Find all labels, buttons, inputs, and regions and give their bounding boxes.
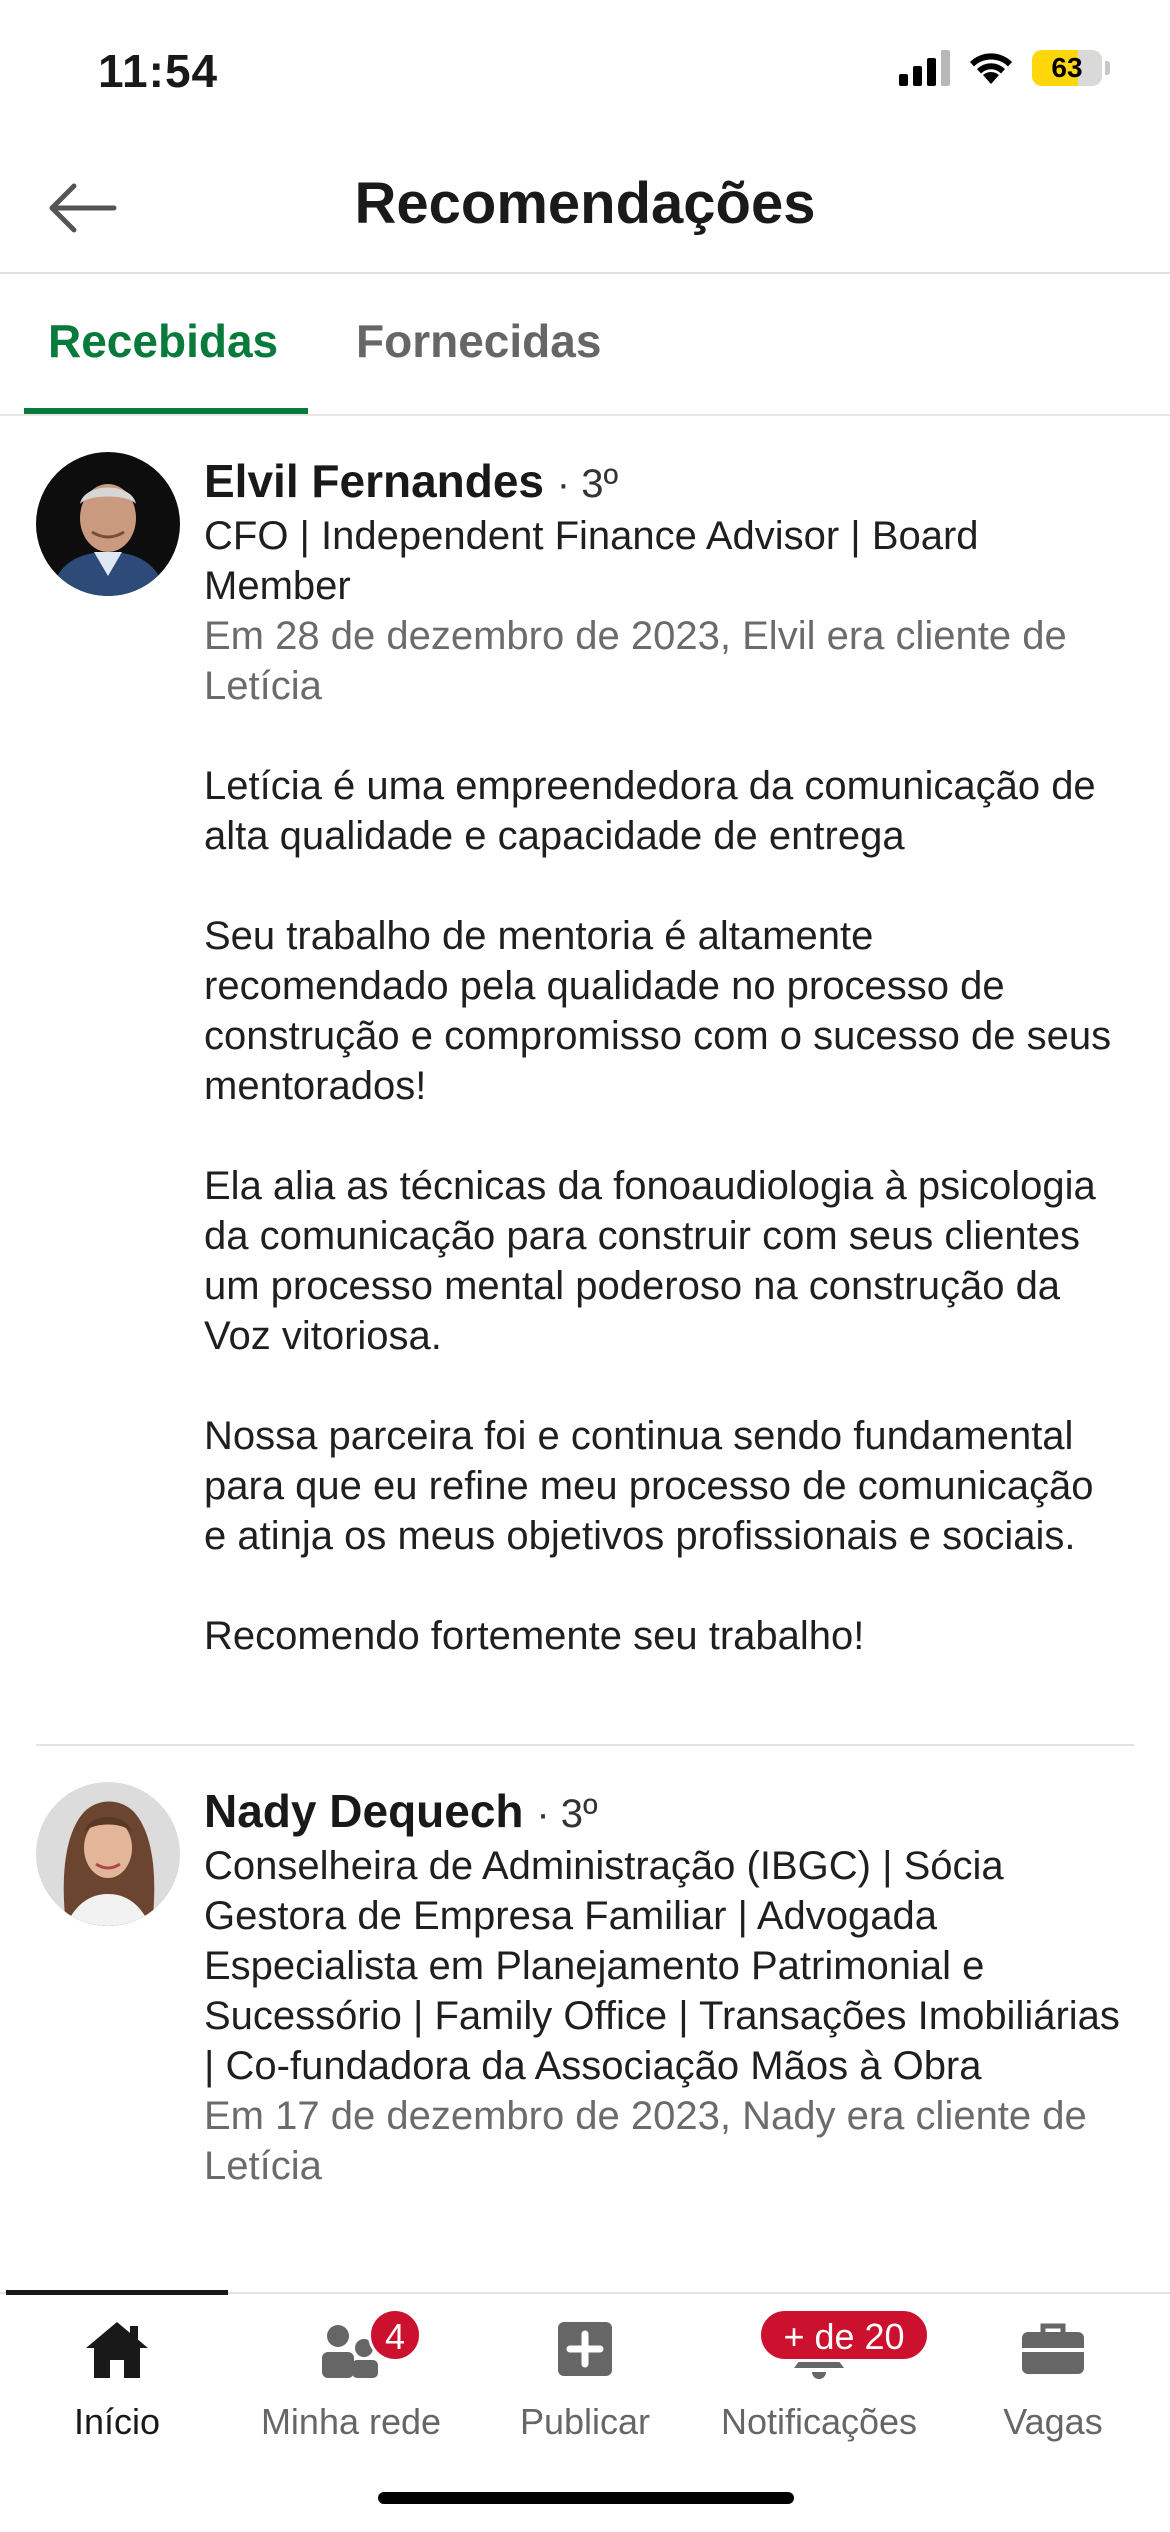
status-icons: 63 <box>899 50 1110 86</box>
app-header: Recomendações <box>0 140 1170 274</box>
recommendation-relation: Em 28 de dezembro de 2023, Elvil era cli… <box>204 614 1067 708</box>
battery-level: 63 <box>1051 52 1083 83</box>
recommendation-text: Letícia é uma empreendedora da comunicaç… <box>204 761 1124 1661</box>
wifi-icon <box>970 53 1012 84</box>
nav-label: Vagas <box>1003 2401 1103 2442</box>
nav-home[interactable]: Início <box>0 2318 234 2443</box>
status-bar: 11:54 63 <box>0 0 1170 140</box>
nav-post[interactable]: Publicar <box>468 2318 702 2443</box>
nav-jobs[interactable]: Vagas <box>936 2318 1170 2443</box>
briefcase-icon <box>1022 2323 1084 2374</box>
recommender-headline: CFO | Independent Finance Advisor | Boar… <box>204 514 979 608</box>
nav-label: Publicar <box>519 2401 651 2442</box>
recommendation-relation: Em 17 de dezembro de 2023, Nady era clie… <box>204 2094 1087 2188</box>
recommendation-paragraph: Nossa parceira foi e continua sendo fund… <box>204 1414 1094 1558</box>
battery-icon: 63 <box>1032 50 1110 86</box>
nav-label: Minha rede <box>260 2401 442 2442</box>
nav-my-network[interactable]: 4 Minha rede <box>234 2308 468 2443</box>
connection-degree: · 3º <box>536 1792 598 1836</box>
cellular-signal-icon <box>899 50 950 86</box>
recommendation-paragraph: Recomendo fortemente seu trabalho! <box>204 1614 865 1658</box>
recommender-name[interactable]: Nady Dequech <box>204 1785 524 1837</box>
notification-badge: 4 <box>368 2308 422 2362</box>
tab-bar: Recebidas Fornecidas <box>0 274 1170 416</box>
recommendation-body: Elvil Fernandes · 3º CFO | Independent F… <box>204 454 1124 1661</box>
recommender-headline: Conselheira de Administração (IBGC) | Só… <box>204 1844 1120 2088</box>
recommendation-paragraph: Letícia é uma empreendedora da comunicaç… <box>204 764 1096 858</box>
connection-degree: · 3º <box>556 462 619 506</box>
home-icon <box>86 2322 148 2378</box>
status-time: 11:54 <box>98 45 219 97</box>
plus-square-icon <box>558 2322 612 2376</box>
recommendation-paragraph: Seu trabalho de mentoria é altamente rec… <box>204 914 1112 1108</box>
recommender-name-line: Elvil Fernandes · 3º <box>204 454 1124 511</box>
recommendation-body: Nady Dequech · 3º Conselheira de Adminis… <box>204 1784 1124 2191</box>
nav-label: Início <box>73 2401 161 2442</box>
active-nav-indicator <box>6 2290 228 2295</box>
avatar[interactable] <box>36 452 180 596</box>
recommender-name-line: Nady Dequech · 3º <box>204 1784 1124 1841</box>
notification-badge: + de 20 <box>758 2308 930 2362</box>
recommender-name[interactable]: Elvil Fernandes <box>204 455 544 507</box>
tab-given[interactable]: Fornecidas <box>356 314 601 368</box>
nav-label: Notificações <box>720 2401 918 2442</box>
page-title: Recomendações <box>354 171 816 236</box>
active-tab-indicator <box>24 408 308 414</box>
home-indicator <box>378 2492 794 2504</box>
divider <box>36 1744 1134 1746</box>
recommendation-paragraph: Ela alia as técnicas da fonoaudiologia à… <box>204 1164 1096 1358</box>
avatar[interactable] <box>36 1782 180 1926</box>
nav-notifications[interactable]: + de 20 Notificações <box>702 2308 936 2443</box>
tab-received[interactable]: Recebidas <box>48 314 278 368</box>
